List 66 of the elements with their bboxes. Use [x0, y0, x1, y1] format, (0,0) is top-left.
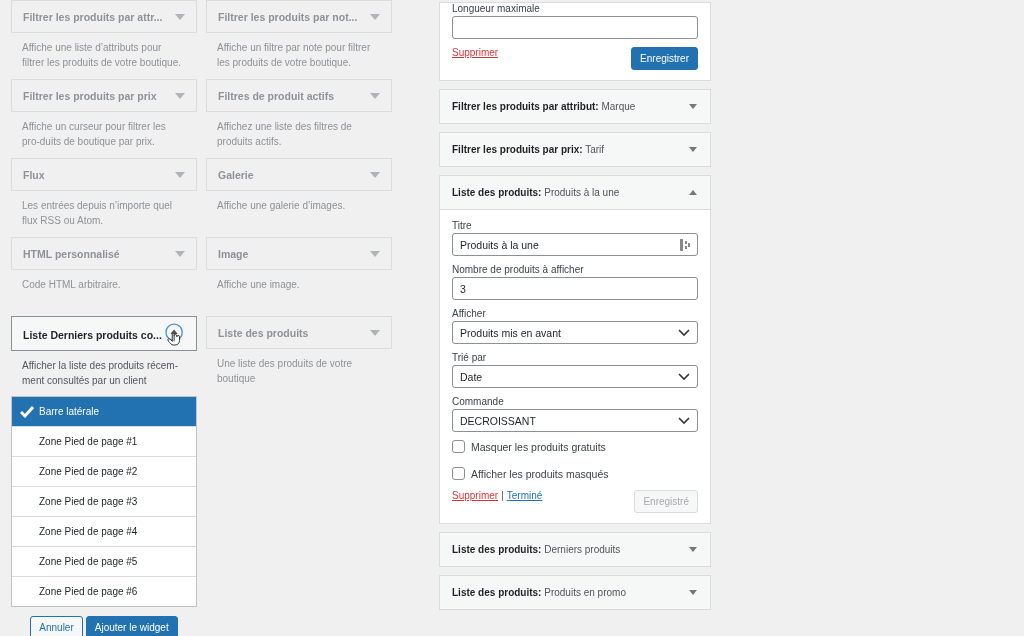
sidebar-option[interactable]: Zone Pied de page #1 — [12, 426, 196, 456]
checkmark-icon — [20, 405, 34, 418]
select-field[interactable]: DECROISSANT — [452, 409, 698, 432]
text-field[interactable]: Produits à la une — [452, 233, 698, 256]
widget-description: Afficher la liste des produits récem-ment consultés par un client — [21, 359, 179, 388]
text-field[interactable]: 3 — [452, 277, 698, 300]
dropdown-arrow-icon[interactable] — [370, 250, 380, 257]
dropdown-arrow-icon[interactable] — [370, 92, 380, 99]
widget-description: Affiche un filtre par note pour filtrer les produits de votre boutique. — [216, 41, 372, 70]
widget-header[interactable]: Filtrer les produits par prix: Tarif — [440, 133, 710, 166]
text-field[interactable] — [452, 16, 698, 39]
field-label: Afficher — [452, 308, 487, 319]
widget-header[interactable]: Liste des produits: Derniers produits — [440, 533, 710, 566]
collapse-toggle-icon[interactable] — [165, 323, 185, 347]
select-field[interactable]: Produits mis en avant — [452, 321, 698, 344]
dropdown-arrow-icon[interactable] — [370, 329, 380, 336]
widget-description: Affiche une image. — [216, 278, 301, 292]
dropdown-arrow-icon[interactable] — [370, 13, 380, 20]
widget-description: Affiche une galerie d’images. — [216, 199, 347, 213]
chevron-down-icon[interactable] — [678, 372, 690, 381]
dropdown-arrow-icon[interactable] — [175, 92, 185, 99]
widget-description: Code HTML arbitraire. — [21, 278, 122, 292]
chevron-down-icon[interactable] — [678, 416, 690, 425]
widget-description: Affiche une liste d’attributs pour filtrer les produits de votre boutique. — [21, 41, 182, 70]
toggle-arrow-icon[interactable] — [689, 147, 697, 152]
sidebar-option[interactable]: Zone Pied de page #2 — [12, 456, 196, 486]
dropdown-arrow-icon[interactable] — [175, 250, 185, 257]
checkbox[interactable] — [452, 440, 465, 453]
field-label: Trié par — [452, 352, 488, 363]
checkbox-label: Masquer les produits gratuits — [471, 440, 606, 453]
sidebar-option[interactable]: Barre latérale — [12, 397, 196, 426]
sidebar-option[interactable]: Zone Pied de page #6 — [12, 576, 196, 606]
link-separator: | — [501, 490, 504, 501]
widget-description: Les entrées depuis n’importe quel flux RSS ou Atom. — [21, 199, 174, 228]
delete-link[interactable]: Supprimer — [452, 47, 499, 58]
dropdown-arrow-icon[interactable] — [370, 171, 380, 178]
widget-header[interactable]: Filtrer les produits par attribut: Marque — [440, 90, 710, 123]
delete-link[interactable]: Supprimer — [452, 490, 499, 501]
widget-card[interactable]: Liste Derniers produits co... — [11, 316, 197, 351]
add-widget-button[interactable]: Ajouter le widget — [85, 616, 178, 636]
dropdown-arrow-icon[interactable] — [175, 171, 185, 178]
sidebar-option[interactable]: Zone Pied de page #5 — [12, 546, 196, 576]
select-field[interactable]: Date — [452, 365, 698, 388]
save-button[interactable]: Enregistrer — [631, 47, 698, 70]
done-link[interactable]: Terminé — [506, 490, 543, 501]
cancel-button[interactable]: Annuler — [30, 616, 83, 636]
sidebar-option[interactable]: Zone Pied de page #3 — [12, 486, 196, 516]
field-label: Titre — [452, 220, 473, 231]
chevron-down-icon[interactable] — [678, 328, 690, 337]
toggle-arrow-icon[interactable] — [689, 547, 697, 552]
widget-header[interactable]: Liste des produits: Produits à la une — [440, 176, 710, 209]
sidebar-option[interactable]: Zone Pied de page #4 — [12, 516, 196, 546]
password-manager-icon[interactable] — [680, 238, 690, 251]
toggle-arrow-icon[interactable] — [689, 190, 697, 195]
toggle-arrow-icon[interactable] — [689, 104, 697, 109]
widget-header[interactable]: Liste des produits: Produits en promo — [440, 576, 710, 609]
widget-description: Une liste des produits de votre boutique — [216, 357, 354, 386]
widget-description: Affiche un curseur pour filtrer les pro-duits de boutique par prix. — [21, 120, 167, 149]
toggle-arrow-icon[interactable] — [689, 590, 697, 595]
checkbox-label: Afficher les produits masqués — [471, 467, 609, 480]
checkbox[interactable] — [452, 467, 465, 480]
field-label: Nombre de produits à afficher — [452, 264, 585, 275]
field-label: Commande — [452, 396, 505, 407]
field-label: Longueur maximale — [452, 3, 541, 14]
dropdown-arrow-icon[interactable] — [175, 13, 185, 20]
widget-description: Affichez une liste des filtres de produits actifs. — [216, 120, 353, 149]
